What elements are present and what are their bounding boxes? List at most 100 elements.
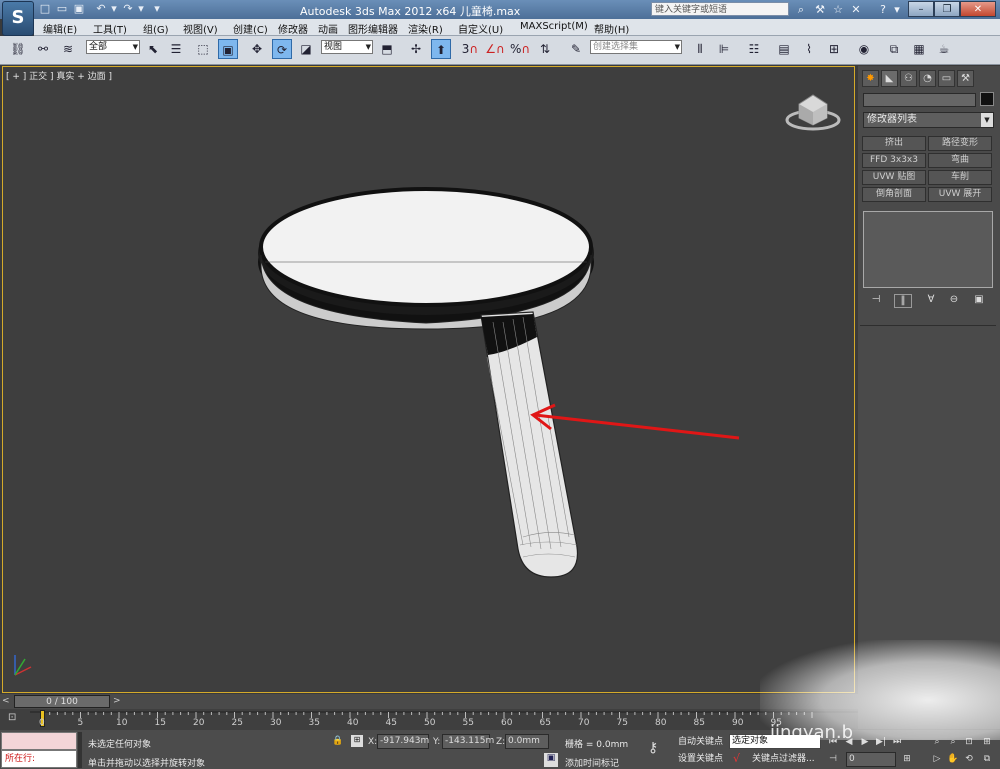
edit-named-selection-icon[interactable]: ✎ — [566, 39, 586, 59]
viewport-label[interactable]: [ + ] 正交 ] 真实 + 边面 ] — [6, 69, 112, 82]
modifier-ffd-button[interactable]: FFD 3x3x3 — [862, 153, 926, 168]
lock-icon[interactable]: 🔒 — [332, 736, 343, 746]
undo-dropdown-icon[interactable]: ▾ — [107, 2, 121, 16]
object-name-field[interactable] — [863, 93, 976, 107]
selection-filter-dropdown[interactable]: 全部 ▼ — [86, 40, 140, 54]
window-crossing-icon[interactable]: ▣ — [218, 39, 238, 59]
time-slider-track[interactable] — [0, 694, 858, 709]
undo-icon[interactable]: ↶ — [94, 2, 108, 16]
menu-create[interactable]: 创建(C) — [233, 21, 268, 36]
align-icon[interactable]: ⊫ — [714, 39, 734, 59]
modifier-lathe-button[interactable]: 车削 — [928, 170, 992, 185]
redo-icon[interactable]: ↷ — [121, 2, 135, 16]
orbit-icon[interactable]: ⟲ — [962, 752, 976, 766]
select-manipulate-icon[interactable]: ✢ — [406, 39, 426, 59]
y-coordinate-field[interactable]: -143.115m — [442, 734, 494, 749]
menu-views[interactable]: 视图(V) — [183, 21, 218, 36]
modify-tab-icon[interactable]: ◣ — [881, 70, 898, 87]
named-selection-dropdown[interactable]: 创建选择集 ▼ — [590, 40, 682, 54]
menu-graph-editors[interactable]: 图形编辑器 — [348, 21, 398, 36]
create-tab-icon[interactable]: ✸ — [862, 70, 879, 87]
hierarchy-tab-icon[interactable]: ⚇ — [900, 70, 917, 87]
object-color-swatch[interactable] — [980, 92, 994, 106]
select-scale-icon[interactable]: ◪ — [296, 39, 316, 59]
remove-modifier-icon[interactable]: ⊖ — [945, 294, 963, 308]
modifier-list-dropdown[interactable]: 修改器列表 ▼ — [863, 112, 994, 128]
schematic-view-icon[interactable]: ⊞ — [824, 39, 844, 59]
current-frame-field[interactable]: 0 — [846, 752, 896, 767]
maximize-viewport-icon[interactable]: ⧉ — [980, 752, 994, 766]
menu-help[interactable]: 帮助(H) — [594, 21, 629, 36]
stool-leg-model[interactable] — [480, 311, 579, 578]
time-slider-handle[interactable]: 0 / 100 — [14, 695, 110, 708]
app-menu-button[interactable]: S — [2, 1, 34, 36]
render-setup-icon[interactable]: ⧉ — [884, 39, 904, 59]
unlink-icon[interactable]: ⚯ — [33, 39, 53, 59]
chevron-left-icon[interactable]: < — [2, 696, 10, 706]
rect-selection-icon[interactable]: ⬚ — [193, 39, 213, 59]
quick-access-dropdown-icon[interactable]: ▾ — [150, 2, 164, 16]
x-coordinate-field[interactable]: -917.943m — [377, 734, 429, 749]
modifier-uvw-map-button[interactable]: UVW 贴图 — [862, 170, 926, 185]
link-icon[interactable]: ⛓ — [8, 39, 28, 59]
keyboard-shortcut-override-icon[interactable]: ⬆ — [431, 39, 451, 59]
key-filters-button[interactable]: 关键点过滤器... — [752, 752, 815, 767]
pin-stack-icon[interactable]: ⊣ — [867, 294, 885, 308]
pivot-center-icon[interactable]: ⬒ — [377, 39, 397, 59]
percent-snap-icon[interactable]: %∩ — [510, 39, 530, 59]
add-time-tag-button[interactable]: 添加时间标记 — [565, 756, 619, 769]
modifier-path-deform-button[interactable]: 路径变形 — [928, 136, 992, 151]
curve-editor-icon[interactable]: ⌇ — [799, 39, 819, 59]
modifier-unwrap-uvw-button[interactable]: UVW 展开 — [928, 187, 992, 202]
restore-button[interactable]: ❐ — [934, 1, 960, 17]
make-unique-icon[interactable]: ∀ — [922, 294, 940, 308]
maxscript-listener[interactable] — [1, 732, 77, 750]
new-file-icon[interactable]: □ — [38, 2, 52, 16]
viewcube-icon[interactable] — [785, 94, 841, 131]
select-rotate-icon[interactable]: ⟳ — [272, 39, 292, 59]
utilities-tab-icon[interactable]: ⚒ — [957, 70, 974, 87]
field-of-view-icon[interactable]: ▷ — [930, 752, 944, 766]
search-input[interactable]: 键入关键字或短语 — [651, 2, 789, 16]
reference-coord-dropdown[interactable]: 视图 ▼ — [321, 40, 373, 54]
modifier-extrude-button[interactable]: 挤出 — [862, 136, 926, 151]
pan-view-icon[interactable]: ✋ — [946, 752, 960, 766]
select-object-icon[interactable]: ⬉ — [143, 39, 163, 59]
minimize-button[interactable]: – — [908, 1, 934, 17]
menu-rendering[interactable]: 渲染(R) — [408, 21, 443, 36]
mini-curve-editor-icon[interactable]: ⊡ — [8, 712, 24, 726]
modifier-bevel-profile-button[interactable]: 倒角剖面 — [862, 187, 926, 202]
menu-tools[interactable]: 工具(T) — [93, 21, 127, 36]
select-move-icon[interactable]: ✥ — [247, 39, 267, 59]
maxscript-mini-listener[interactable]: 所在行: — [1, 750, 77, 768]
show-end-result-icon[interactable]: ‖ — [894, 294, 912, 308]
subscription-icon[interactable]: ⚒ — [812, 2, 828, 17]
bind-spacewarp-icon[interactable]: ≋ — [58, 39, 78, 59]
layer-manager-icon[interactable]: ☷ — [744, 39, 764, 59]
menu-group[interactable]: 组(G) — [143, 21, 169, 36]
angle-snap-icon[interactable]: ∠∩ — [485, 39, 505, 59]
favorites-icon[interactable]: ✕ — [848, 2, 864, 17]
save-file-icon[interactable]: ▣ — [72, 2, 86, 16]
modifier-stack[interactable] — [863, 211, 993, 288]
menu-maxscript[interactable]: MAXScript(M) — [520, 21, 588, 32]
key-mode-icon[interactable]: ⊣ — [826, 752, 840, 766]
menu-modifiers[interactable]: 修改器 — [278, 21, 308, 36]
menu-edit[interactable]: 编辑(E) — [43, 21, 77, 36]
graphite-ribbon-icon[interactable]: ▤ — [774, 39, 794, 59]
absolute-mode-icon[interactable]: ⊞ — [351, 735, 363, 747]
search-icon[interactable]: ⌕ — [793, 2, 809, 17]
redo-dropdown-icon[interactable]: ▾ — [134, 2, 148, 16]
snap-toggle-icon[interactable]: 3∩ — [460, 39, 480, 59]
stool-seat-model[interactable] — [258, 187, 594, 330]
communication-icon[interactable]: ☆ — [830, 2, 846, 17]
select-by-name-icon[interactable]: ☰ — [166, 39, 186, 59]
time-tag-icon[interactable]: ▣ — [544, 753, 558, 767]
perspective-viewport[interactable] — [2, 66, 855, 693]
modifier-bend-button[interactable]: 弯曲 — [928, 153, 992, 168]
configure-modifier-sets-icon[interactable]: ▣ — [970, 294, 988, 308]
time-config-icon[interactable]: ⊞ — [900, 752, 914, 766]
set-key-button[interactable]: 设置关键点 — [678, 752, 723, 767]
auto-key-button[interactable]: 自动关键点 — [678, 735, 723, 750]
display-tab-icon[interactable]: ▭ — [938, 70, 955, 87]
